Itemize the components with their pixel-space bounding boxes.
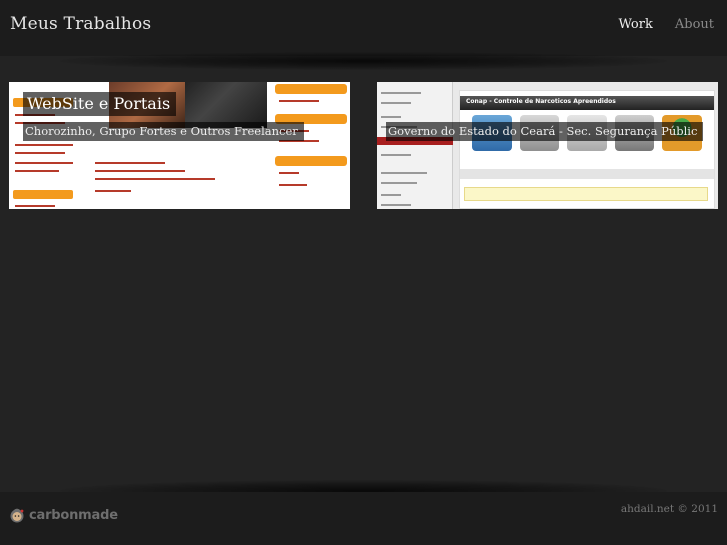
copyright-text: ahdail.net © 2011 [620, 503, 718, 515]
carbonmade-logo-icon [10, 508, 24, 523]
project-card-governo-ceara[interactable]: Conap - Controle de Narcoticos Apreendid… [377, 82, 718, 209]
thumb-right-column [271, 82, 350, 209]
nav-work[interactable]: Work [618, 17, 652, 32]
project-title: WebSite e Portais [23, 92, 177, 116]
project-thumbnail: Conap - Controle de Narcoticos Apreendid… [377, 82, 718, 209]
main-nav: Work About [618, 17, 714, 32]
carbonmade-brand[interactable]: carbonmade [9, 507, 118, 523]
thumb-warning [464, 187, 708, 201]
header-shadow [60, 52, 667, 70]
thumb-header-text: Conap - Controle de Narcoticos Apreendid… [466, 98, 616, 105]
site-title[interactable]: Meus Trabalhos [10, 14, 151, 34]
project-card-websites[interactable]: WebSite e Portais Chorozinho, Grupo Fort… [9, 82, 350, 209]
project-subtitle: Governo do Estado do Ceará - Sec. Segura… [386, 122, 704, 141]
thumb-message-bar [460, 169, 714, 179]
nav-about[interactable]: About [675, 17, 714, 32]
thumb-sidebar [377, 82, 453, 209]
project-subtitle: Chorozinho, Grupo Fortes e Outros Freela… [23, 122, 304, 141]
thumb-main-panel: Conap - Controle de Narcoticos Apreendid… [459, 90, 715, 209]
carbonmade-wordmark: carbonmade [29, 507, 118, 523]
thumb-news [89, 132, 264, 209]
